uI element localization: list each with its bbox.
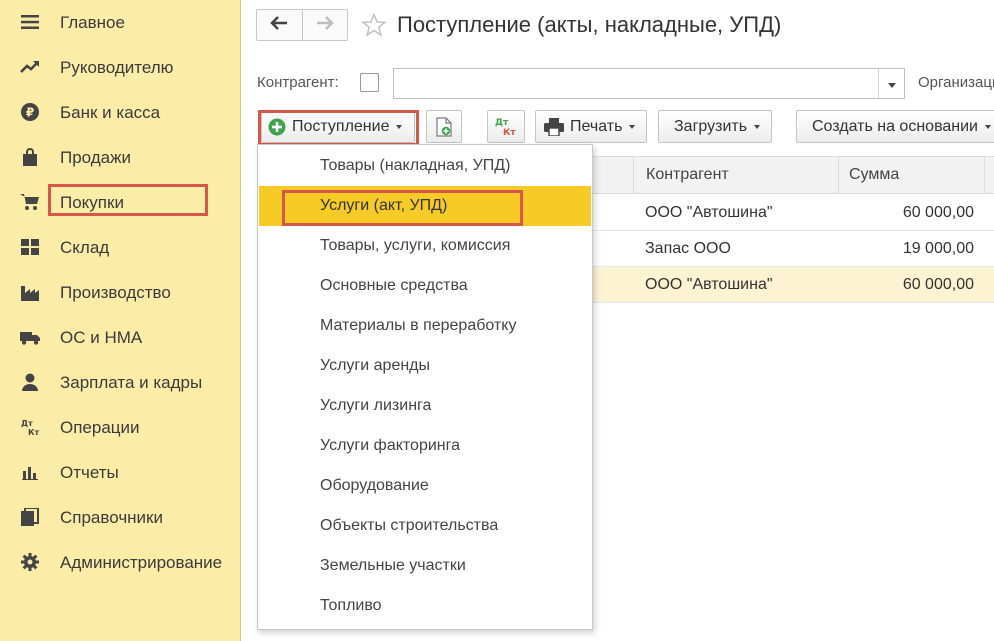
gear-icon xyxy=(19,552,41,572)
cart-icon xyxy=(19,192,41,212)
sidebar-item-label: Зарплата и кадры xyxy=(60,372,203,392)
truck-icon xyxy=(19,327,41,347)
load-button-label: Загрузить xyxy=(674,117,748,135)
svg-text:Кт: Кт xyxy=(28,428,40,436)
favorite-star-icon[interactable] xyxy=(361,12,387,37)
row-amount: 60 000,00 xyxy=(902,204,974,221)
sidebar-item-main[interactable]: Главное xyxy=(0,0,241,45)
copy-document-button[interactable] xyxy=(426,110,462,143)
dt-kt-button[interactable]: Дт Кт xyxy=(487,110,525,143)
row-counterparty: Запас ООО xyxy=(645,240,731,257)
organization-label: Организаци xyxy=(918,74,994,91)
services-highlight-frame xyxy=(282,190,523,226)
sidebar-item-manager[interactable]: Руководителю xyxy=(0,45,241,90)
page-title: Поступление (акты, накладные, УПД) xyxy=(397,12,782,37)
menu-item-land-plots[interactable]: Земельные участки xyxy=(259,546,591,586)
purchases-highlight-frame xyxy=(48,184,208,216)
copy-document-icon xyxy=(436,116,452,137)
menu-item-factoring-services[interactable]: Услуги факторинга xyxy=(259,426,591,466)
column-header-label: Сумма xyxy=(849,166,900,183)
sidebar-item-bank[interactable]: ₽ Банк и касса xyxy=(0,90,241,135)
menu-item-construction-objects[interactable]: Объекты строительства xyxy=(259,506,591,546)
counterparty-label: Контрагент: xyxy=(257,74,339,91)
print-button[interactable]: Печать xyxy=(535,110,647,143)
back-button[interactable] xyxy=(257,10,302,40)
sidebar-item-label: Продажи xyxy=(60,147,131,167)
row-amount: 60 000,00 xyxy=(902,276,974,293)
chevron-down-icon xyxy=(887,75,896,93)
sidebar-item-label: Руководителю xyxy=(60,57,174,77)
books-icon xyxy=(19,507,41,527)
dt-kt-icon: Дт Кт xyxy=(19,417,41,437)
caret-down-icon xyxy=(754,124,761,129)
create-based-on-label: Создать на основании xyxy=(812,117,978,135)
counterparty-dropdown-button[interactable] xyxy=(878,69,904,98)
sidebar-item-assets[interactable]: ОС и НМА xyxy=(0,315,241,360)
menu-item-rent-services[interactable]: Услуги аренды xyxy=(259,346,591,386)
ruble-icon: ₽ xyxy=(19,102,41,122)
menu-item-fixed-assets[interactable]: Основные средства xyxy=(259,266,591,306)
create-based-on-button[interactable]: Создать на основании xyxy=(796,110,994,143)
menu-item-goods[interactable]: Товары (накладная, УПД) xyxy=(259,146,591,186)
sidebar-item-label: Главное xyxy=(60,12,125,32)
arrow-right-icon xyxy=(316,15,334,35)
sidebar-item-label: ОС и НМА xyxy=(60,327,143,347)
sidebar-item-label: Справочники xyxy=(60,507,163,527)
person-icon xyxy=(19,372,41,392)
column-header-amount[interactable]: Сумма xyxy=(838,156,984,194)
sidebar-item-admin[interactable]: Администрирование xyxy=(0,540,241,585)
sidebar-item-label: Операции xyxy=(60,417,140,437)
sidebar: Главное Руководителю ₽ Банк и касса Прод… xyxy=(0,0,241,641)
printer-icon xyxy=(544,117,564,136)
sidebar-item-sales[interactable]: Продажи xyxy=(0,135,241,180)
sidebar-item-label: Отчеты xyxy=(60,462,119,482)
sidebar-item-label: Склад xyxy=(60,237,110,257)
shopping-bag-icon xyxy=(19,147,41,167)
sidebar-item-label: Производство xyxy=(60,282,171,302)
menu-item-goods-services-commission[interactable]: Товары, услуги, комиссия xyxy=(259,226,591,266)
sidebar-item-salary[interactable]: Зарплата и кадры xyxy=(0,360,241,405)
column-header-label: Контрагент xyxy=(646,166,729,183)
load-button[interactable]: Загрузить xyxy=(658,110,772,143)
print-button-label: Печать xyxy=(570,117,623,135)
warehouse-grid-icon xyxy=(19,237,41,257)
sidebar-item-warehouse[interactable]: Склад xyxy=(0,225,241,270)
receipt-highlight-frame xyxy=(258,110,419,146)
dtkt-top-text: Дт xyxy=(495,118,509,128)
caret-down-icon xyxy=(629,124,636,129)
counterparty-field[interactable] xyxy=(393,68,905,99)
column-header-counterparty[interactable]: Контрагент xyxy=(633,156,838,194)
sidebar-item-production[interactable]: Производство xyxy=(0,270,241,315)
dt-kt-icon: Дт Кт xyxy=(494,116,518,138)
row-counterparty: ООО "Автошина" xyxy=(645,276,773,293)
menu-item-materials-processing[interactable]: Материалы в переработку xyxy=(259,306,591,346)
sidebar-item-references[interactable]: Справочники xyxy=(0,495,241,540)
menu-item-leasing-services[interactable]: Услуги лизинга xyxy=(259,386,591,426)
menu-item-fuel[interactable]: Топливо xyxy=(259,586,591,626)
trend-icon xyxy=(19,57,41,77)
dtkt-bottom-text: Кт xyxy=(503,128,516,138)
sidebar-item-reports[interactable]: Отчеты xyxy=(0,450,241,495)
sidebar-item-label: Администрирование xyxy=(60,552,223,572)
row-amount: 19 000,00 xyxy=(902,240,974,257)
history-nav xyxy=(256,9,348,41)
forward-button[interactable] xyxy=(301,10,347,40)
column-header-more[interactable] xyxy=(984,156,994,194)
row-counterparty: ООО "Автошина" xyxy=(645,204,773,221)
menu-item-equipment[interactable]: Оборудование xyxy=(259,466,591,506)
bar-chart-icon xyxy=(19,462,41,482)
svg-text:Дт: Дт xyxy=(21,419,33,428)
caret-down-icon xyxy=(985,124,991,129)
factory-icon xyxy=(19,282,41,302)
svg-text:₽: ₽ xyxy=(26,106,34,120)
counterparty-checkbox[interactable] xyxy=(360,73,379,92)
sidebar-item-operations[interactable]: Дт Кт Операции xyxy=(0,405,241,450)
sidebar-item-label: Банк и касса xyxy=(60,102,161,122)
arrow-left-icon xyxy=(270,15,288,35)
menu-icon xyxy=(19,12,41,32)
